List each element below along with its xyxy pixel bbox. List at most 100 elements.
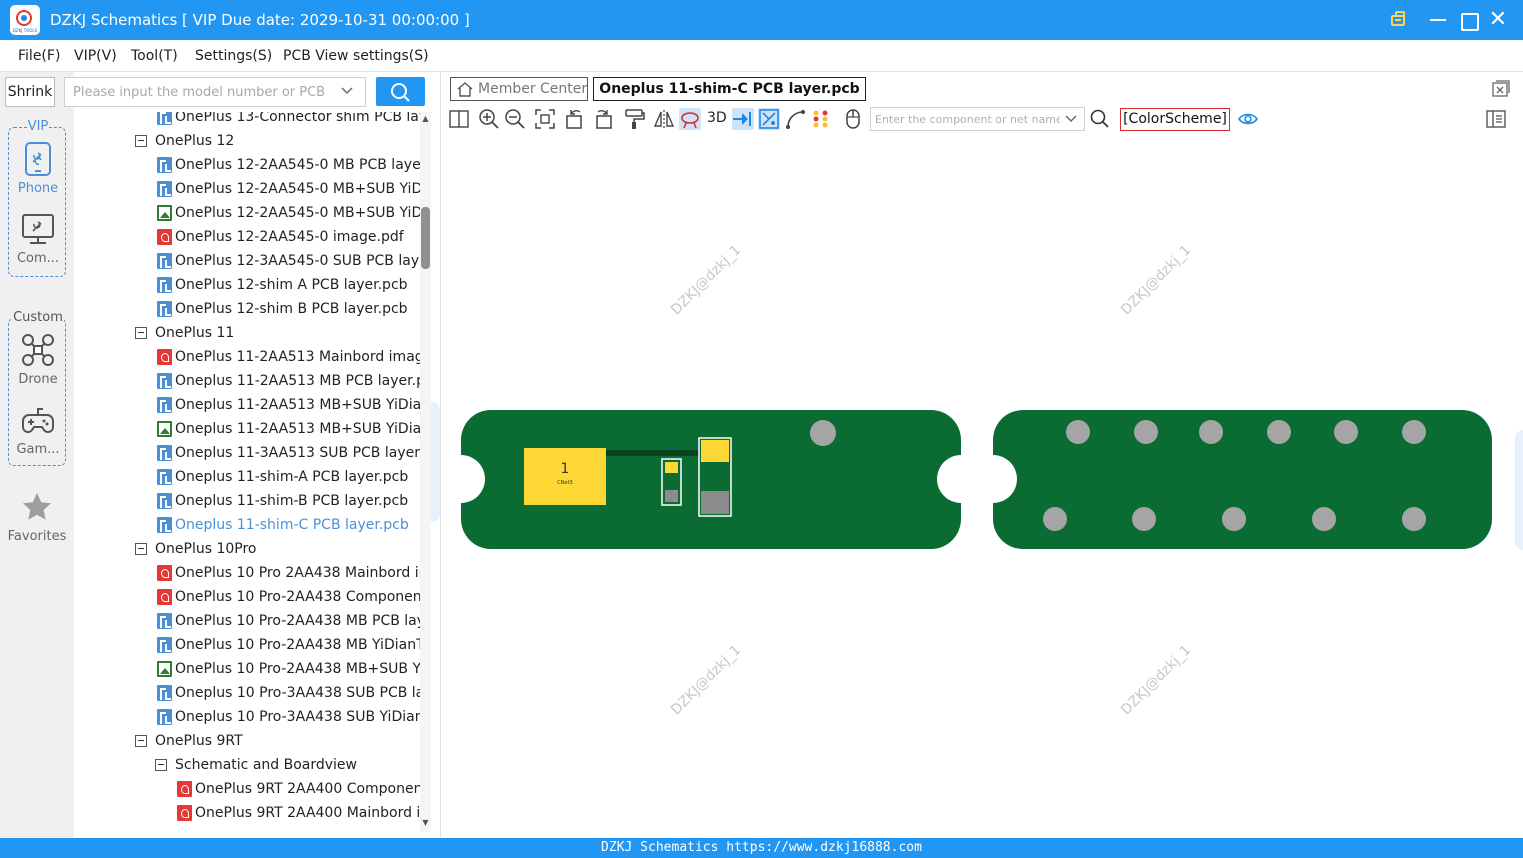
tree-folder[interactable]: OnePlus 12 (74, 129, 420, 153)
tree-folder[interactable]: OnePlus 10Pro (74, 537, 420, 561)
color-scheme-button[interactable]: [ColorScheme] (1120, 108, 1230, 131)
tree-item-label: Oneplus 11-2AA513 MB PCB layer.pcb (175, 373, 420, 389)
trace-route-icon[interactable] (785, 108, 807, 130)
zoom-out-icon[interactable] (504, 108, 526, 130)
net-highlight-icon[interactable] (679, 108, 701, 130)
menu-settings[interactable]: Settings(S) (195, 48, 272, 64)
tree-item-label: Oneplus 10 Pro-3AA438 SUB YiDianTong (175, 709, 420, 725)
tree-file[interactable]: OnePlus 10 Pro-2AA438 Component (74, 585, 420, 609)
chevron-down-icon[interactable] (340, 84, 354, 98)
split-view-icon[interactable] (448, 108, 470, 130)
shrink-button[interactable]: Shrink (5, 77, 55, 107)
menu-file[interactable]: File(F) (18, 48, 60, 64)
close-tabs-icon[interactable] (1492, 80, 1510, 97)
tree-file[interactable]: Oneplus 11-shim-A PCB layer.pcb (74, 465, 420, 489)
splitter-handle[interactable] (431, 402, 440, 522)
pcb-file-icon (157, 253, 172, 269)
menu-pcb-view-settings[interactable]: PCB View settings(S) (283, 48, 429, 64)
tree-file[interactable]: Oneplus 11-2AA513 MB+SUB YiDian (74, 417, 420, 441)
rail-label-phone: Phone (17, 181, 59, 196)
rotate-right-icon[interactable] (592, 108, 614, 130)
collapse-toggle-icon[interactable] (135, 327, 147, 339)
tree-file[interactable]: OnePlus 13-Connector shim PCB layer.pcb (74, 112, 420, 129)
rail-item-drone[interactable]: Drone (9, 329, 67, 395)
tree-file[interactable]: OnePlus 12-2AA545-0 MB PCB layer.pcb (74, 153, 420, 177)
rotate-left-icon[interactable] (564, 108, 586, 130)
tree-file[interactable]: OnePlus 12-2AA545-0 image.pdf (74, 225, 420, 249)
collapse-toggle-icon[interactable] (135, 543, 147, 555)
tree-file[interactable]: OnePlus 12-shim A PCB layer.pcb (74, 273, 420, 297)
tree-file[interactable]: Oneplus 10 Pro-3AA438 SUB YiDianTong (74, 705, 420, 729)
tree-folder[interactable]: OnePlus 9RT (74, 729, 420, 753)
tree-item-label: Oneplus 11-2AA513 MB+SUB YiDian (175, 421, 420, 437)
rail-item-gaming[interactable]: Gam... (9, 399, 67, 465)
view-3d-button[interactable]: 3D (707, 110, 727, 126)
tree-file[interactable]: Oneplus 11-2AA513 MB+SUB YiDian (74, 393, 420, 417)
model-search-input[interactable] (64, 77, 366, 107)
tree-file[interactable]: Oneplus 11-2AA513 MB PCB layer.pcb (74, 369, 420, 393)
fit-view-icon[interactable] (534, 108, 556, 130)
tree-file[interactable]: OnePlus 10 Pro-2AA438 MB PCB layer.pcb (74, 609, 420, 633)
vip-bag-icon[interactable] (1386, 8, 1410, 32)
collapse-toggle-icon[interactable] (135, 735, 147, 747)
tree-file[interactable]: OnePlus 10 Pro-2AA438 MB+SUB YiDian (74, 657, 420, 681)
maximize-button[interactable] (1456, 8, 1480, 32)
close-window-button[interactable]: ✕ (1486, 8, 1510, 32)
tree-file[interactable]: Oneplus 11-shim-B PCB layer.pcb (74, 489, 420, 513)
pcb-canvas[interactable]: DZKJ@dzkj_1 DZKJ@dzkj_1 DZKJ@dzkj_1 DZKJ… (441, 134, 1523, 838)
tree-folder[interactable]: OnePlus 11 (74, 321, 420, 345)
pcb-file-icon (157, 301, 172, 317)
mouse-icon[interactable] (842, 108, 864, 130)
minimize-button[interactable] (1426, 8, 1450, 32)
menu-tool[interactable]: Tool(T) (131, 48, 178, 64)
rail-item-computer[interactable]: Com... (9, 208, 67, 274)
tree-file[interactable]: OnePlus 10 Pro 2AA438 Mainbord image.pdf (74, 561, 420, 585)
collapse-toggle-icon[interactable] (155, 759, 167, 771)
tree-file[interactable]: OnePlus 12-shim B PCB layer.pcb (74, 297, 420, 321)
tree-item-label: OnePlus 12-2AA545-0 MB PCB layer.pcb (175, 157, 420, 173)
tree-file[interactable]: OnePlus 12-2AA545-0 MB+SUB YiDian (74, 201, 420, 225)
menu-vip[interactable]: VIP(V) (74, 48, 117, 64)
tree-scrollbar[interactable]: ▲ ▼ (420, 112, 431, 832)
tree-item-label: OnePlus 10 Pro-2AA438 MB PCB layer.pcb (175, 613, 420, 629)
chevron-down-icon[interactable] (1065, 113, 1077, 125)
tab-member-center[interactable]: Member Center (450, 77, 588, 101)
mounting-hole (1134, 420, 1158, 444)
tree-file[interactable]: Oneplus 10 Pro-3AA438 SUB PCB layer.pcb (74, 681, 420, 705)
tree-item-label: OnePlus 12-3AA545-0 SUB PCB layer.pcb (175, 253, 420, 269)
model-search-button[interactable] (376, 77, 425, 106)
pin-arrow-icon[interactable] (732, 108, 754, 130)
tree-file[interactable]: OnePlus 9RT 2AA400 Component (74, 777, 420, 801)
toggle-side-panel-icon[interactable] (1486, 110, 1506, 128)
paint-roller-icon[interactable] (623, 108, 645, 130)
board-layer-icon[interactable] (758, 108, 780, 130)
tree-file[interactable]: Oneplus 11-3AA513 SUB PCB layer.pcb (74, 441, 420, 465)
mirror-icon[interactable] (653, 108, 675, 130)
zoom-in-icon[interactable] (478, 108, 500, 130)
tree-item-label: OnePlus 13-Connector shim PCB layer.pcb (175, 112, 420, 125)
search-icon[interactable] (1089, 108, 1111, 130)
tree-file[interactable]: OnePlus 12-2AA545-0 MB+SUB YiDian (74, 177, 420, 201)
collapse-toggle-icon[interactable] (135, 135, 147, 147)
scroll-down-icon[interactable]: ▼ (420, 818, 431, 828)
component-search-input[interactable] (870, 107, 1085, 131)
panel-splitter[interactable] (431, 72, 441, 838)
rail-item-favorites[interactable]: Favorites (8, 486, 66, 552)
scroll-up-icon[interactable]: ▲ (420, 114, 431, 124)
tree-folder[interactable]: Schematic and Boardview (74, 753, 420, 777)
pad-grid-icon[interactable] (810, 108, 832, 130)
tree-item-label: Oneplus 11-shim-C PCB layer.pcb (175, 517, 409, 533)
tree-item-label: OnePlus 9RT 2AA400 Component (195, 781, 420, 797)
rail-item-phone[interactable]: Phone (9, 138, 67, 204)
tree-scroll-thumb[interactable] (421, 207, 430, 269)
tree-file[interactable]: OnePlus 9RT 2AA400 Mainbord image.pdf (74, 801, 420, 825)
image-file-icon (157, 661, 172, 677)
tree-file[interactable]: OnePlus 10 Pro-2AA438 MB YiDianTong (74, 633, 420, 657)
tab-pcb-file[interactable]: Oneplus 11-shim-C PCB layer.pcb (593, 77, 866, 101)
tree-file[interactable]: OnePlus 11-2AA513 Mainbord image.pdf (74, 345, 420, 369)
tree-file[interactable]: Oneplus 11-shim-C PCB layer.pcb (74, 513, 420, 537)
right-splitter-handle[interactable] (1515, 430, 1523, 550)
tree-file[interactable]: OnePlus 12-3AA545-0 SUB PCB layer.pcb (74, 249, 420, 273)
phone-icon (25, 142, 51, 176)
eye-icon[interactable] (1237, 108, 1259, 130)
